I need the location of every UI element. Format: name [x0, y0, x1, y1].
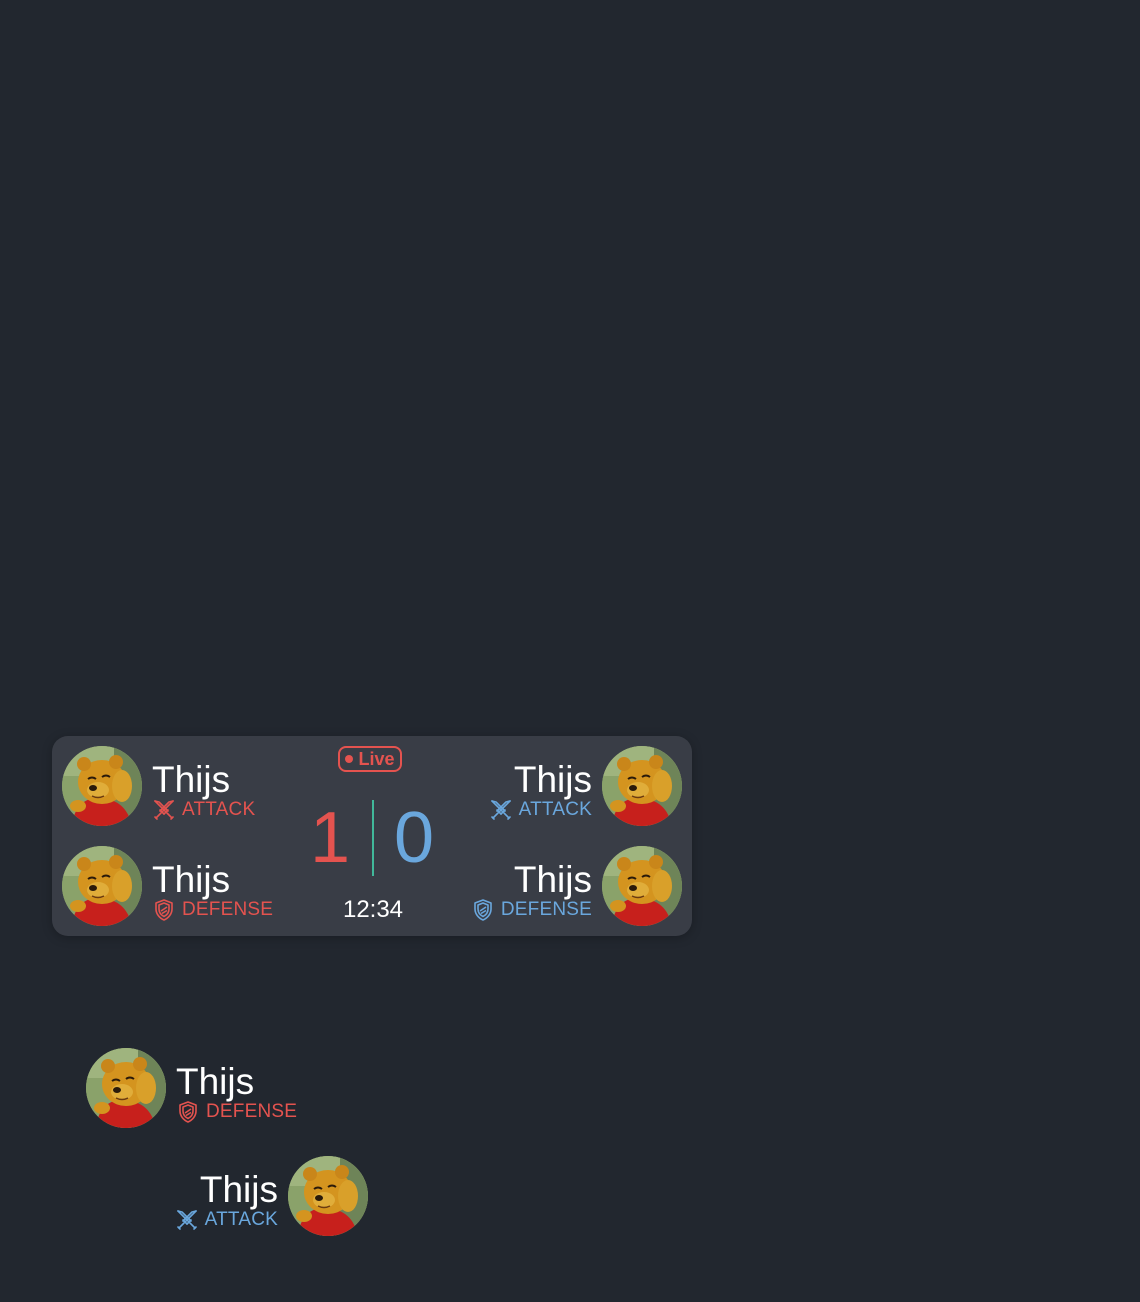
avatar-image [288, 1156, 368, 1236]
standalone-defense-role: DEFENSE [176, 1100, 297, 1124]
standalone-player-attack[interactable]: Thijs ATTACK [108, 1156, 368, 1236]
home-attack-player[interactable]: Thijs ATTACK [62, 746, 322, 826]
away-defense-role-label: DEFENSE [500, 899, 592, 920]
score-divider [372, 800, 374, 876]
away-attack-role: ATTACK [489, 798, 592, 822]
home-defense-role: DEFENSE [152, 898, 273, 922]
home-attack-role-label: ATTACK [182, 799, 256, 820]
away-defense-role: DEFENSE [471, 898, 592, 922]
crossed-swords-icon [489, 798, 513, 822]
scoreboard-card[interactable]: Thijs ATTACK Thijs DEFENSE Live 1 0 12:3… [52, 736, 692, 936]
away-attack-player[interactable]: Thijs ATTACK [422, 746, 682, 826]
home-attack-avatar [62, 746, 142, 826]
avatar-image [602, 746, 682, 826]
crossed-swords-icon [175, 1208, 199, 1232]
live-dot-icon [345, 755, 354, 763]
standalone-attack-role: ATTACK [175, 1208, 278, 1232]
shield-icon [152, 898, 176, 922]
standalone-attack-role-label: ATTACK [204, 1209, 278, 1230]
standalone-defense-role-label: DEFENSE [206, 1101, 298, 1122]
home-defense-player[interactable]: Thijs DEFENSE [62, 846, 322, 926]
standalone-attack-avatar [288, 1156, 368, 1236]
shield-icon [176, 1100, 200, 1124]
live-status-label: Live [358, 748, 395, 769]
standalone-player-defense[interactable]: Thijs DEFENSE [86, 1048, 346, 1128]
shield-icon [471, 898, 495, 922]
away-defense-player[interactable]: Thijs DEFENSE [422, 846, 682, 926]
home-attack-role: ATTACK [152, 798, 255, 822]
away-defense-avatar [602, 846, 682, 926]
match-clock: 12:34 [342, 896, 404, 923]
home-defense-name: Thijs [152, 859, 231, 900]
page: Thijs ATTACK Thijs DEFENSE Live 1 0 12:3… [0, 0, 1140, 1302]
away-attack-avatar [602, 746, 682, 826]
away-attack-name: Thijs [513, 759, 592, 800]
avatar-image [602, 846, 682, 926]
live-status-badge: Live [338, 746, 402, 772]
home-defense-avatar [62, 846, 142, 926]
crossed-swords-icon [152, 798, 176, 822]
avatar-image [62, 746, 142, 826]
standalone-defense-avatar [86, 1048, 166, 1128]
away-defense-name: Thijs [513, 859, 592, 900]
avatar-image [62, 846, 142, 926]
home-score: 1 [310, 798, 351, 878]
avatar-image [86, 1048, 166, 1128]
standalone-attack-name: Thijs [199, 1169, 278, 1210]
standalone-defense-name: Thijs [176, 1061, 255, 1102]
away-attack-role-label: ATTACK [518, 799, 592, 820]
home-defense-role-label: DEFENSE [182, 899, 274, 920]
home-attack-name: Thijs [152, 759, 231, 800]
